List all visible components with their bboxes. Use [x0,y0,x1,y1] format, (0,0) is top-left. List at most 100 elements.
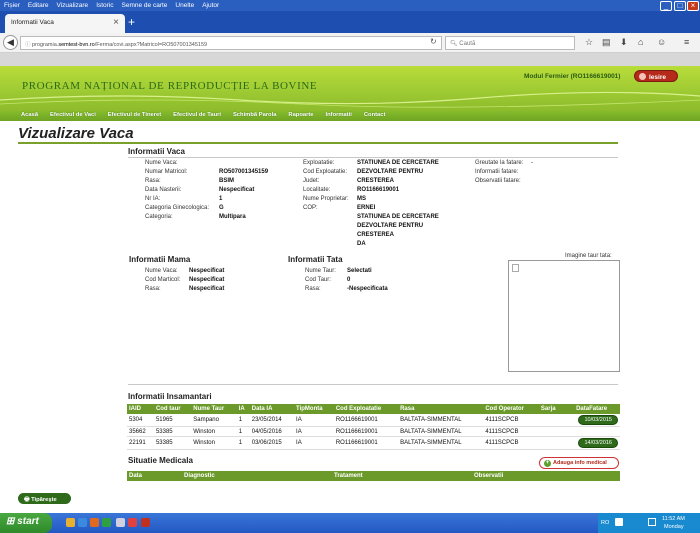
cell-operator: 4111SCPCB [483,426,539,437]
bull-image-placeholder [508,260,620,372]
menu-file[interactable]: Fișier [0,0,24,9]
download-icon[interactable]: ⬇ [620,37,628,48]
calving-date-badge[interactable]: 10/03/2015 [578,415,618,425]
nav-bulls[interactable]: Efectivul de Tauri [168,111,226,118]
cell-operator: 4111SCPCB [483,436,539,450]
col-ia: IA [236,404,250,414]
farm-value: STATIUNEA DE CERCETARE [357,160,439,166]
insemination-table: IAID Cod taur Nume Taur IA Data IA TipMo… [127,404,620,450]
cow-category-label: Categoria: [145,214,173,220]
site-header: PROGRAM NAȚIONAL DE REPRODUCȚIE LA BOVIN… [0,66,700,111]
mother-name-value: Nespecificat [189,268,225,274]
col-ia-date: Data IA [249,404,295,414]
cell-ia: 1 [236,414,250,427]
menu-help[interactable]: Ajutor [198,0,223,9]
col-batch: Sarja [538,404,564,414]
chrome-icon[interactable] [102,518,111,527]
reading-list-icon[interactable]: ▤ [602,37,611,48]
new-tab-icon[interactable]: + [128,15,135,29]
network-icon[interactable] [648,518,656,526]
maximize-icon[interactable]: □ [674,1,686,11]
home-icon[interactable]: ⌂ [638,37,643,47]
browser-tab[interactable]: Informatii Vaca × [5,14,125,33]
add-medical-info-button[interactable]: + Adauga info medical [539,457,619,469]
cell-ia: 1 [236,426,250,437]
hamburger-menu-icon[interactable]: ≡ [684,37,689,47]
nav-youngstock[interactable]: Efectivul de Tineret [103,111,166,118]
col-calving-date: DataFatare [563,404,620,414]
minimize-icon[interactable]: _ [660,1,672,11]
nav-cows[interactable]: Efectivul de Vaci [45,111,101,118]
table-header-row: IAID Cod taur Nume Taur IA Data IA TipMo… [127,404,620,414]
site-nav: Acasă Efectivul de Vaci Efectivul de Tin… [0,111,700,121]
clock-day: Monday [664,524,684,530]
menu-edit[interactable]: Editare [24,0,53,9]
search-icon: 🔍︎ [450,41,460,47]
owner-value: MS [357,196,366,202]
cow-gyn-category-value: G [219,205,224,211]
col-breed: Rasa [398,404,484,414]
col-farm-code: Cod Exploatatie [333,404,399,414]
mother-breed-value: Nespecificat [189,286,225,292]
father-code-value: 0 [347,277,351,283]
chat-icon[interactable]: ☺ [657,37,666,47]
system-tray: RO 11:52 AM Monday [598,513,700,533]
url-prefix: programia. [32,42,59,48]
print-button[interactable]: 🖶︎ Tipăreşte [18,493,71,504]
nav-reports[interactable]: Rapoarte [283,111,318,118]
cell-ia: 1 [236,436,250,450]
menu-bookmarks[interactable]: Semne de carte [118,0,172,9]
menu-tools[interactable]: Unelte [171,0,198,9]
nav-info[interactable]: Informatii [320,111,356,118]
cell-breed: BALTATA-SIMMENTAL [398,436,484,450]
print-label: Tipăreşte [31,497,57,503]
nav-home[interactable]: Acasă [16,111,43,118]
language-indicator[interactable]: RO [601,520,609,526]
firefox-icon[interactable] [90,518,99,527]
close-tab-icon[interactable]: × [113,17,119,28]
ie-icon[interactable] [78,518,87,527]
bookmark-star-icon[interactable]: ☆ [585,37,593,48]
cell-iaid: 5304 [127,414,154,427]
birth-weight-value: - [531,160,533,166]
clock-time[interactable]: 11:52 AM [662,516,685,522]
info-icon: ⓘ [25,42,33,48]
nav-contact[interactable]: Contact [359,111,391,118]
help-icon[interactable] [615,518,623,526]
bull-image-label: Imagine taur tata: [565,253,612,259]
county-value: CRESTEREA [357,178,395,184]
menu-view[interactable]: Vizualizare [53,0,93,9]
url-bar[interactable]: ⓘ programia.semtest-bvn.ro/Ferma/covi.as… [20,36,442,50]
logout-label: Iesire [649,74,666,81]
cow-name-label: Nume Vaca: [145,160,178,166]
start-button[interactable]: ⊞ start [0,513,52,533]
folder-icon[interactable] [66,518,75,527]
back-icon[interactable]: ◀ [3,35,18,50]
search-input[interactable]: 🔍︎ Caută [445,36,575,50]
page-top-band [0,53,700,66]
close-window-icon[interactable]: × [687,1,699,11]
media-icon[interactable] [141,518,150,527]
app-icon[interactable] [116,518,125,527]
cow-matricol-value: RO507001345159 [219,169,269,175]
nav-change-password[interactable]: Schimbă Parola [228,111,282,118]
cell-ia-date: 23/05/2014 [249,414,295,427]
table-row: 5304 51965 Sampano 1 23/05/2014 IA RO116… [127,414,620,427]
cow-birthdate-label: Data Nasterii: [145,187,182,193]
opera-icon[interactable] [128,518,137,527]
menu-history[interactable]: Istoric [92,0,117,9]
search-placeholder: Caută [459,41,476,47]
father-breed-label: Rasa: [305,286,321,292]
tab-title: Informatii Vaca [11,19,54,26]
add-medical-label: Adauga info medical [553,460,607,466]
title-divider [18,142,618,144]
cell-calving-date: 10/03/2015 [563,414,620,427]
reload-icon[interactable]: ↻ [430,37,437,46]
mother-code-value: Nespecificat [189,277,225,283]
mother-breed-label: Rasa: [145,286,161,292]
calving-date-badge[interactable]: 14/03/2016 [578,438,618,448]
table-header-row: Data Diagnostic Tratament Observatii [127,471,620,481]
farm-code-value: DEZVOLTARE PENTRU [357,169,424,175]
logout-button[interactable]: Iesire [634,70,678,82]
locality-value: RO1166619001 [357,187,400,193]
